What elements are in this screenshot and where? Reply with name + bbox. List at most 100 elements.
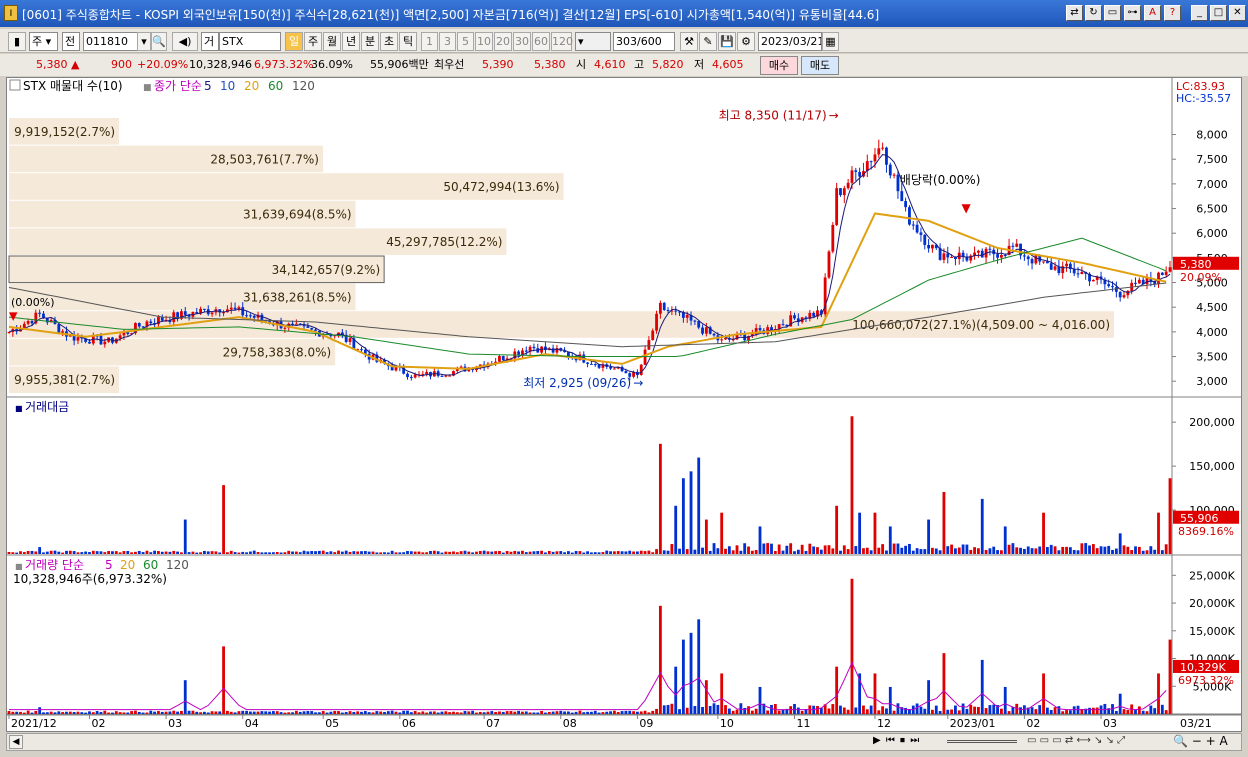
save-icon[interactable]: 💾: [718, 32, 736, 51]
volume-bar: [379, 552, 383, 554]
price-change: 900: [111, 58, 132, 71]
volume-bar: [789, 543, 793, 554]
volume-bar: [344, 550, 348, 554]
volume-bar: [379, 711, 383, 714]
market-select[interactable]: 주 ▾: [29, 32, 58, 51]
volume-bar: [444, 711, 448, 714]
draw-icon[interactable]: ✎: [699, 32, 717, 51]
interval-button[interactable]: 1: [421, 32, 438, 51]
sound-icon[interactable]: ◀): [172, 32, 198, 51]
volume-bar: [402, 710, 406, 714]
count-display[interactable]: 303/600: [613, 32, 675, 51]
x-tick-label: 06: [402, 717, 416, 730]
interval-button[interactable]: 10: [475, 32, 493, 51]
sell-button[interactable]: 매도: [801, 56, 839, 75]
low-price: 4,605: [712, 58, 744, 71]
playback-controls[interactable]: ▶ ⏮ ⏹ ⏭: [873, 735, 920, 746]
candle-body: [931, 244, 934, 249]
period-button[interactable]: 년: [342, 32, 360, 51]
volume-bar: [961, 544, 965, 554]
volume-bar: [72, 712, 76, 714]
interval-button[interactable]: 120: [551, 32, 573, 51]
chart-type-icon[interactable]: ▮: [8, 32, 26, 51]
code-dropdown-icon[interactable]: ▾: [137, 32, 151, 51]
volume-bar: [536, 712, 540, 714]
volume-ma-legend: 60: [143, 558, 158, 572]
zoom-controls[interactable]: 🔍 − + A: [1173, 734, 1228, 748]
code-input[interactable]: 011810: [83, 32, 138, 51]
period-button[interactable]: 초: [380, 32, 398, 51]
volume-profile-label: 31,638,261(8.5%): [243, 290, 352, 304]
volume-bar: [961, 703, 965, 714]
count-dropdown[interactable]: ▾: [575, 32, 611, 51]
tool-icon[interactable]: ⚒: [680, 32, 698, 51]
candle-body: [827, 251, 831, 278]
refresh-icon[interactable]: ↻: [1085, 5, 1102, 21]
chart-window[interactable]: 8,0007,5007,0006,5006,0005,5005,0004,500…: [6, 77, 1242, 732]
interval-button[interactable]: 5: [457, 32, 474, 51]
volume-bar: [927, 680, 931, 714]
volume-bar: [716, 548, 720, 554]
period-button[interactable]: 주: [304, 32, 322, 51]
period-button[interactable]: 월: [323, 32, 341, 51]
period-button[interactable]: 분: [361, 32, 379, 51]
volume-value: 10,328,946: [189, 58, 252, 71]
tile-icon[interactable]: ▭: [1104, 5, 1121, 21]
interval-button[interactable]: 3: [439, 32, 456, 51]
period-button[interactable]: 틱: [399, 32, 417, 51]
start-marker-arrow-icon: ▼: [9, 310, 18, 323]
candle-body: [310, 327, 314, 330]
volume-profile-label: 34,142,657(9.2%): [272, 263, 381, 277]
volume-bar: [1141, 550, 1145, 554]
link-icon[interactable]: ⇄: [1066, 5, 1083, 21]
volume-bar: [1038, 546, 1042, 554]
interval-button[interactable]: 60: [532, 32, 550, 51]
volume-bar: [1011, 706, 1015, 714]
candle-body: [1072, 269, 1076, 274]
volume-bar: [681, 639, 685, 714]
name-input[interactable]: STX: [219, 32, 281, 51]
pin-icon[interactable]: ⊶: [1124, 5, 1141, 21]
volume-bar: [49, 550, 53, 554]
name-select[interactable]: 거: [201, 32, 219, 51]
volume-bar: [1122, 545, 1126, 554]
date-input[interactable]: 2023/03/21: [758, 32, 822, 51]
calendar-icon[interactable]: ▦: [822, 32, 839, 51]
zoom-slider[interactable]: [947, 740, 1017, 743]
interval-button[interactable]: 20: [494, 32, 512, 51]
volume-bar: [183, 680, 187, 714]
interval-button[interactable]: 30: [513, 32, 531, 51]
price-tick-label: 7,000: [1196, 178, 1228, 191]
maximize-icon[interactable]: □: [1210, 5, 1227, 21]
ma-legend-item: 5: [204, 79, 212, 93]
volume-bar: [271, 552, 275, 554]
volume-bar: [390, 550, 394, 554]
volume-bar: [758, 526, 762, 554]
volume-bar: [333, 552, 337, 554]
chart-canvas[interactable]: 8,0007,5007,0006,5006,0005,5005,0004,500…: [7, 78, 1241, 731]
scope-select[interactable]: 전: [62, 32, 80, 51]
font-icon[interactable]: A: [1144, 5, 1161, 21]
search-icon[interactable]: 🔍: [151, 32, 167, 51]
volume-bar: [214, 551, 218, 554]
volume-profile-label: 28,503,761(7.7%): [210, 152, 319, 166]
drawing-tools[interactable]: ▭ ▭ ▭ ⇄ ⟷ ↘ ↘ ⤢: [1027, 735, 1125, 746]
settings-icon[interactable]: ⚙: [737, 32, 755, 51]
volume-bar: [586, 551, 589, 554]
buy-button[interactable]: 매수: [760, 56, 798, 75]
candle-body: [1091, 279, 1095, 282]
volume-bar: [256, 552, 260, 554]
scroll-left-icon[interactable]: ◀: [9, 735, 23, 749]
close-icon[interactable]: ✕: [1229, 5, 1246, 21]
volume-bar: [1076, 550, 1080, 554]
volume-bar: [333, 710, 337, 714]
volume-bar: [107, 551, 111, 554]
period-button[interactable]: 일: [285, 32, 303, 51]
volume-bar: [597, 712, 601, 714]
help-icon[interactable]: ?: [1164, 5, 1181, 21]
volume-bar: [206, 712, 210, 714]
volume-bar: [1149, 705, 1153, 714]
volume-bar: [130, 711, 134, 714]
volume-bar: [348, 551, 352, 554]
minimize-icon[interactable]: _: [1191, 5, 1208, 21]
